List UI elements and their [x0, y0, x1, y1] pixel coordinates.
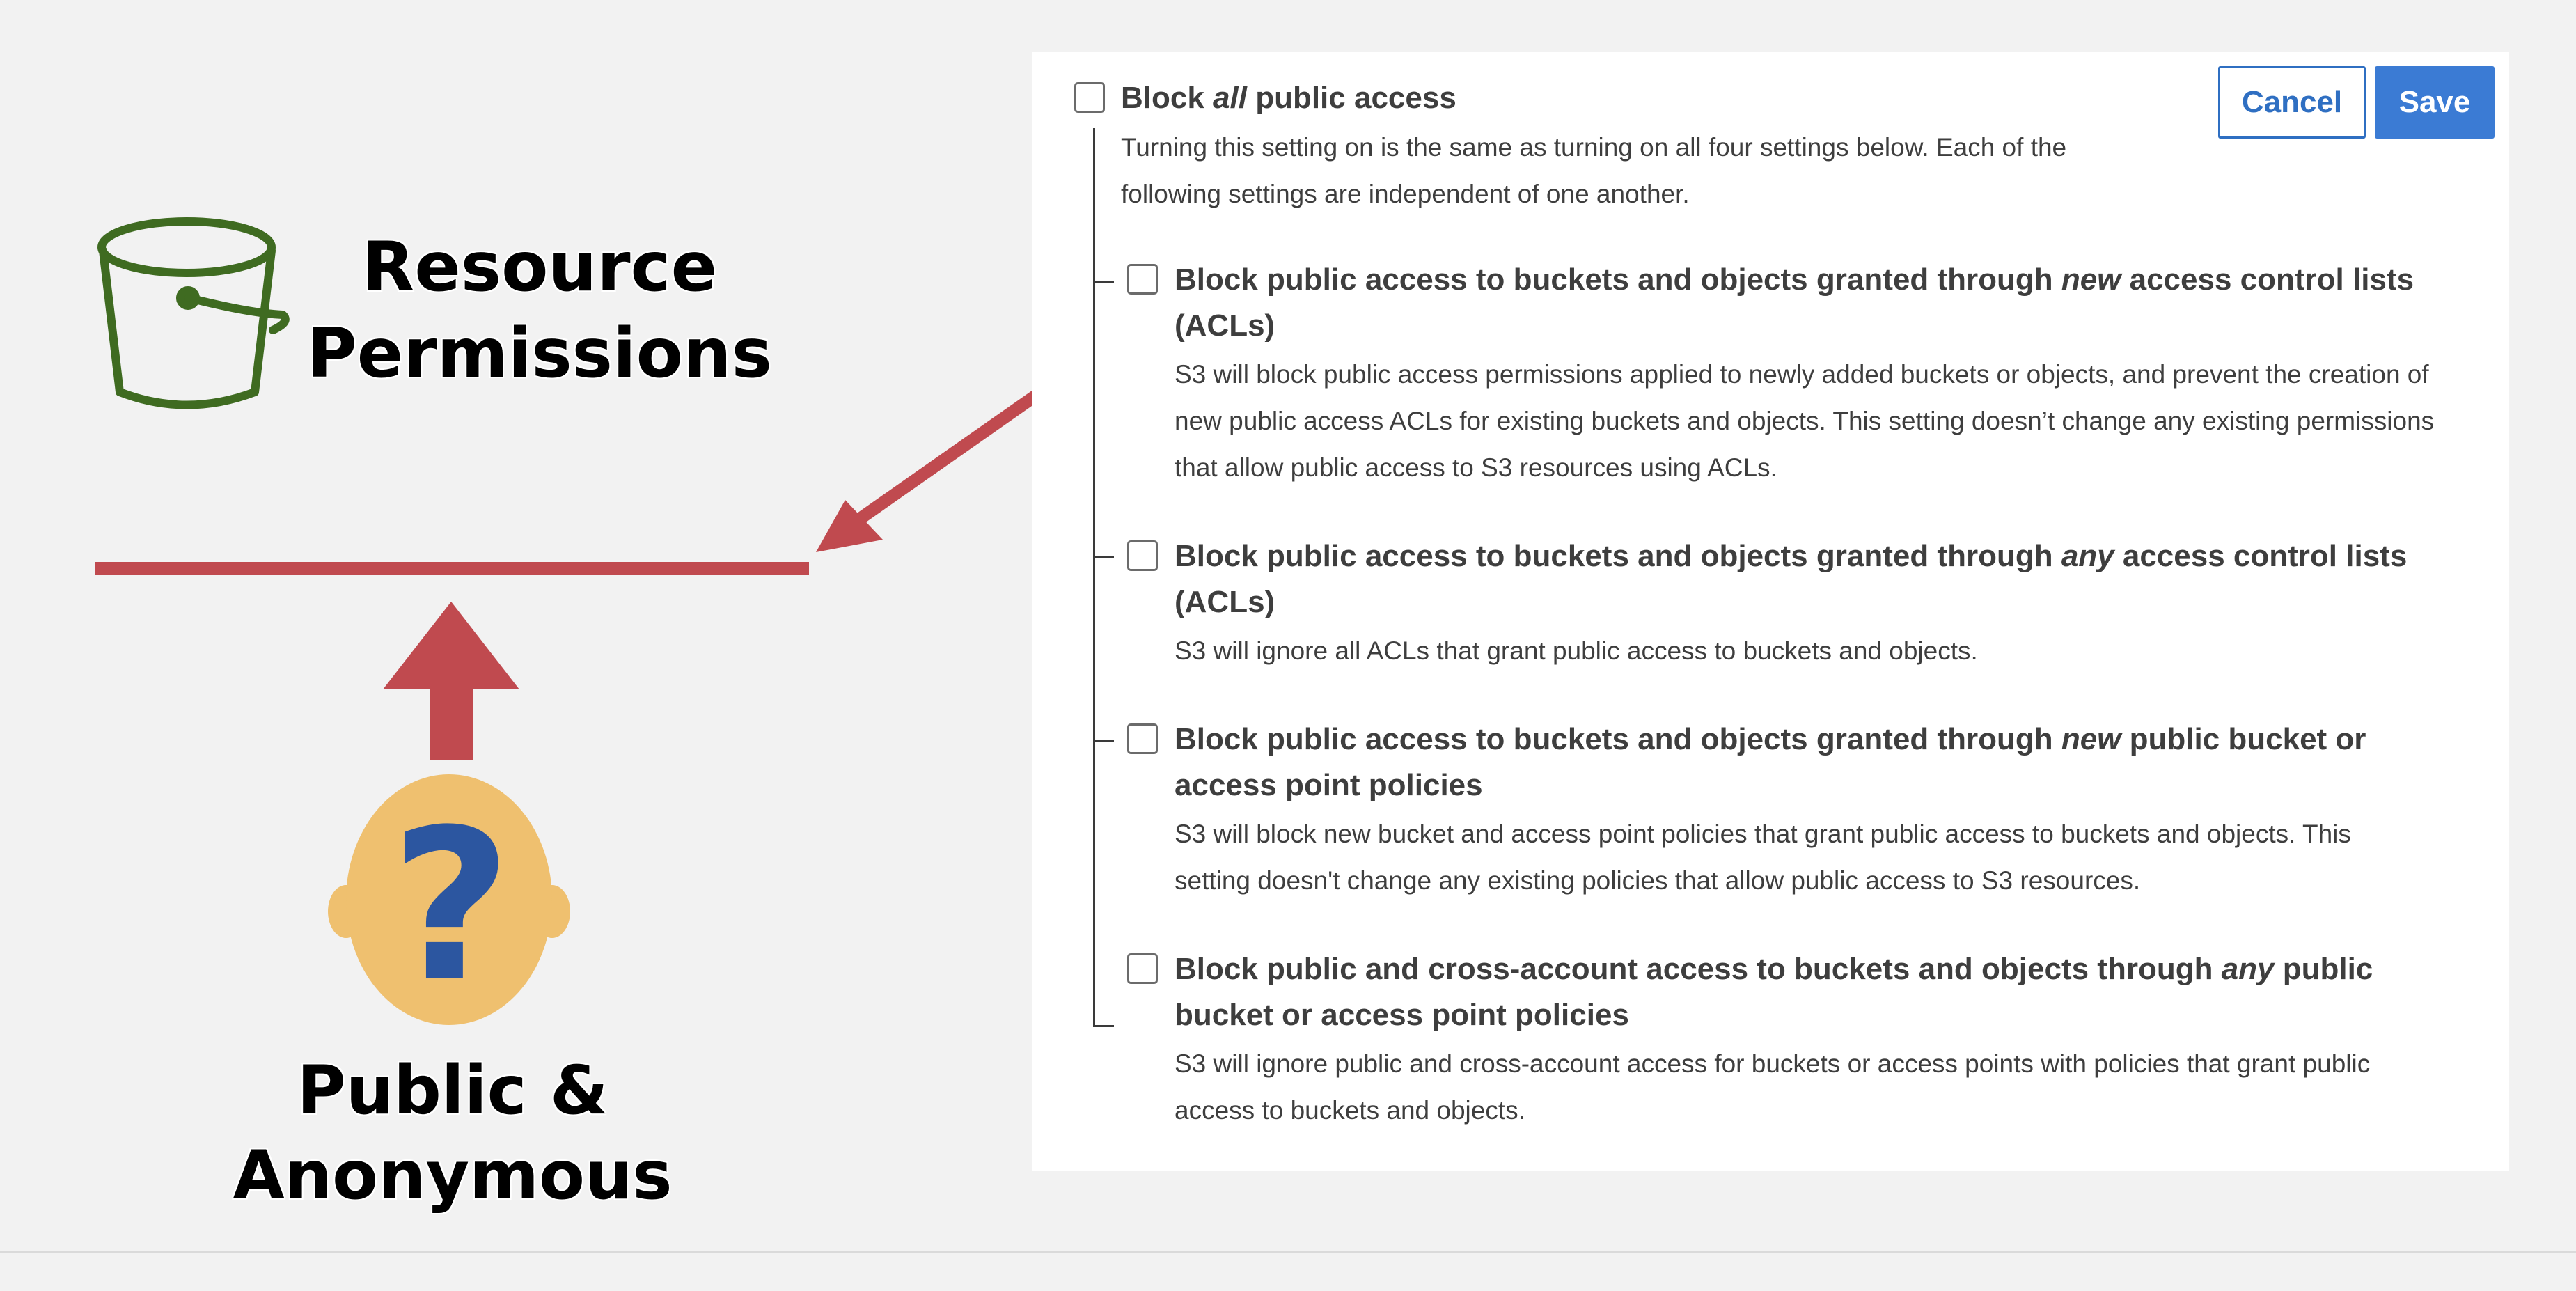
block-any-acls-title: Block public access to buckets and objec…	[1175, 539, 2408, 619]
tree-connector-line	[1093, 128, 1095, 1027]
block-all-title: Block all public access	[1121, 81, 1456, 115]
block-new-acls-checkbox[interactable]	[1127, 264, 1158, 295]
block-new-policies-description: S3 will block new bucket and access poin…	[1175, 820, 2351, 895]
person-question-icon: ?	[328, 774, 570, 1028]
barrier-line	[95, 562, 809, 575]
tree-tick	[1093, 1025, 1114, 1027]
tree-tick	[1093, 556, 1114, 558]
question-mark-glyph: ?	[391, 785, 512, 1028]
tree-tick	[1093, 281, 1114, 283]
save-button[interactable]: Save	[2375, 66, 2495, 139]
resource-permissions-title: Resource Permissions	[306, 224, 773, 398]
block-new-acls-title: Block public access to buckets and objec…	[1175, 263, 2414, 343]
block-cross-account-title: Block public and cross-account access to…	[1175, 952, 2373, 1032]
block-new-policies-checkbox[interactable]	[1127, 723, 1158, 754]
bucket-icon	[97, 217, 290, 409]
block-cross-account-description: S3 will ignore public and cross-account …	[1175, 1049, 2371, 1125]
block-new-acls-description: S3 will block public access permissions …	[1175, 360, 2435, 482]
resource-title-line2: Permissions	[306, 314, 772, 394]
public-anonymous-title: Public & Anonymous	[233, 1051, 673, 1214]
arrow-diagonal-icon	[816, 382, 1044, 552]
resource-title-line1: Resource	[361, 228, 718, 307]
block-all-description: Turning this setting on is the same as t…	[1121, 133, 2067, 208]
tree-tick	[1093, 740, 1114, 742]
block-any-acls-checkbox[interactable]	[1127, 540, 1158, 571]
block-cross-account-checkbox[interactable]	[1127, 953, 1158, 984]
block-new-policies-title: Block public access to buckets and objec…	[1175, 722, 2366, 802]
arrow-up-icon	[383, 602, 519, 760]
block-public-access-panel: Block all public access Turning this set…	[1032, 52, 2509, 1171]
cancel-button[interactable]: Cancel	[2218, 66, 2366, 139]
footer-divider	[0, 1251, 2576, 1253]
block-all-checkbox[interactable]	[1074, 82, 1105, 113]
illustration: ? Resource Permissions Public & Anonymou…	[0, 0, 1044, 1291]
block-any-acls-description: S3 will ignore all ACLs that grant publi…	[1175, 636, 1978, 665]
